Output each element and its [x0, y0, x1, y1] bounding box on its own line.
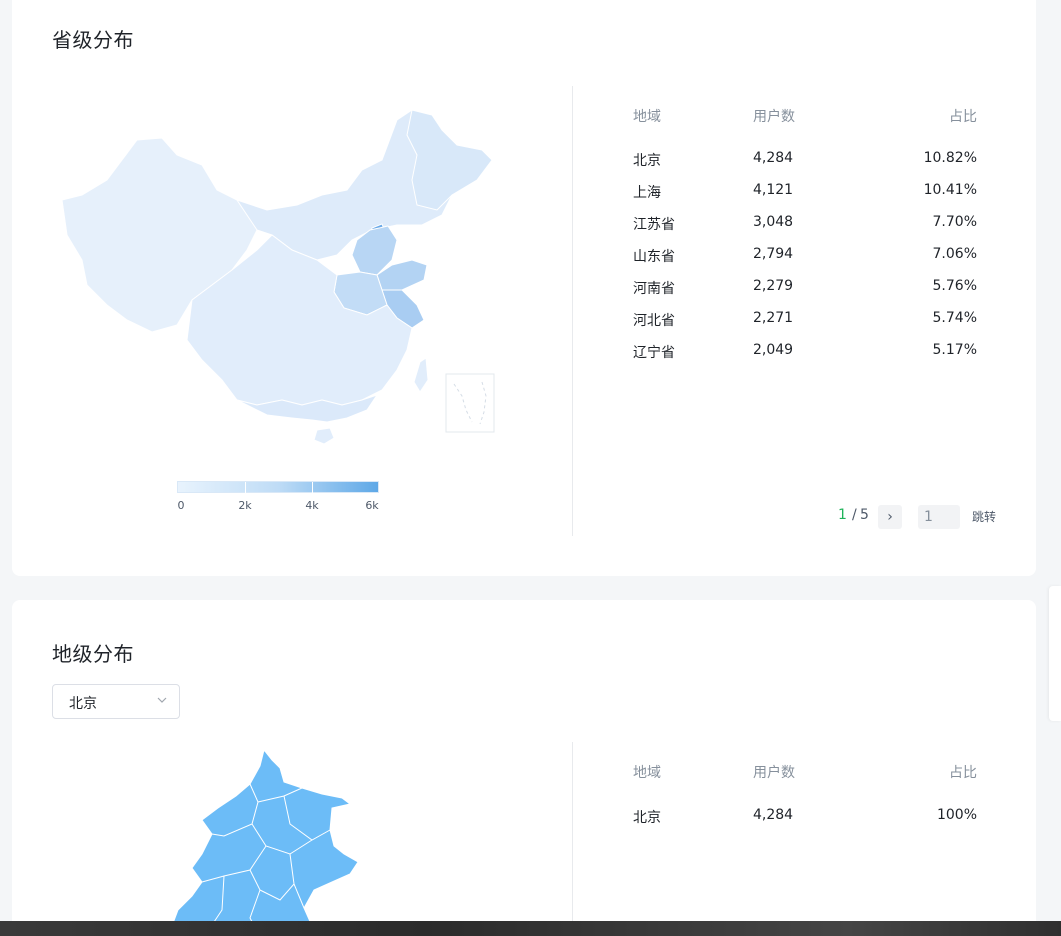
header-users: 用户数: [753, 765, 795, 781]
table-row[interactable]: 北京 4,284 100%: [633, 807, 977, 827]
legend-tick: 6k: [365, 499, 379, 512]
cell-share: 7.70%: [932, 214, 977, 230]
cell-users: 4,284: [753, 807, 794, 823]
cell-share: 5.76%: [932, 278, 977, 294]
cell-share: 7.06%: [932, 246, 977, 262]
city-table: 地域 用户数 占比 北京 4,284 100%: [633, 762, 977, 832]
next-page-button[interactable]: ›: [878, 505, 902, 529]
province-distribution-card: 省级分布 0 2k 4k 6k 地域 用户数 占比 北京 4,284 10.82…: [12, 0, 1036, 576]
cell-region: 江苏省: [633, 217, 675, 233]
region-select[interactable]: 北京: [52, 684, 180, 719]
cell-region: 河北省: [633, 313, 675, 329]
header-share: 占比: [949, 765, 977, 781]
taskbar-strip: [0, 921, 1061, 936]
province-table: 地域 用户数 占比 北京 4,284 10.82% 上海 4,121 10.41…: [633, 106, 977, 366]
cell-region: 北京: [633, 810, 661, 826]
table-header: 地域 用户数 占比: [633, 762, 977, 782]
page-total: 5: [860, 507, 869, 523]
map-region-northeast[interactable]: [406, 109, 493, 211]
cell-share: 10.41%: [923, 182, 977, 198]
chevron-down-icon: [157, 697, 167, 703]
map-district[interactable]: [171, 750, 359, 936]
section-divider: [572, 86, 573, 536]
table-row[interactable]: 辽宁省 2,049 5.17%: [633, 342, 977, 362]
table-row[interactable]: 河北省 2,271 5.74%: [633, 310, 977, 330]
page-jump-button[interactable]: 跳转: [972, 508, 996, 525]
page-current: 1: [838, 507, 847, 523]
cell-users: 2,271: [753, 310, 794, 326]
cell-region: 辽宁省: [633, 345, 675, 361]
cell-users: 2,794: [753, 246, 794, 262]
table-row[interactable]: 河南省 2,279 5.76%: [633, 278, 977, 298]
legend-tick: 0: [177, 499, 185, 512]
chevron-right-icon: ›: [887, 509, 893, 525]
table-row[interactable]: 上海 4,121 10.41%: [633, 182, 977, 202]
section-divider: [572, 742, 573, 936]
china-province-map[interactable]: [52, 100, 512, 460]
beijing-district-map[interactable]: [162, 750, 402, 936]
cell-users: 2,279: [753, 278, 794, 294]
header-region: 地域: [633, 109, 661, 125]
legend-ticks: 0 2k 4k 6k: [177, 499, 379, 515]
legend-tick: 2k: [238, 499, 252, 512]
cell-share: 5.74%: [932, 310, 977, 326]
header-share: 占比: [949, 109, 977, 125]
cell-share: 10.82%: [923, 150, 977, 166]
cell-region: 河南省: [633, 281, 675, 297]
page-separator: /: [852, 507, 857, 523]
province-section-title: 省级分布: [52, 28, 134, 52]
legend-gradient-bar: [177, 481, 379, 494]
table-row[interactable]: 江苏省 3,048 7.70%: [633, 214, 977, 234]
city-distribution-card: 地级分布 北京 地域 用户数 占比 北京 4,284 100%: [12, 600, 1036, 936]
side-tab[interactable]: [1049, 586, 1061, 721]
table-row[interactable]: 北京 4,284 10.82%: [633, 150, 977, 170]
header-users: 用户数: [753, 109, 795, 125]
header-region: 地域: [633, 765, 661, 781]
legend-tick: 4k: [305, 499, 319, 512]
map-region-hainan[interactable]: [313, 427, 335, 445]
cell-users: 3,048: [753, 214, 794, 230]
page-jump-input[interactable]: [918, 505, 960, 529]
south-sea-inset: [445, 373, 495, 433]
cell-users: 2,049: [753, 342, 794, 358]
cell-share: 100%: [936, 807, 977, 823]
cell-users: 4,121: [753, 182, 794, 198]
cell-region: 北京: [633, 153, 661, 169]
table-row[interactable]: 山东省 2,794 7.06%: [633, 246, 977, 266]
map-region-taiwan[interactable]: [413, 357, 429, 393]
cell-region: 上海: [633, 185, 661, 201]
city-section-title: 地级分布: [52, 642, 134, 666]
map-legend: 0 2k 4k 6k: [177, 481, 379, 515]
cell-share: 5.17%: [932, 342, 977, 358]
cell-region: 山东省: [633, 249, 675, 265]
cell-users: 4,284: [753, 150, 794, 166]
region-select-value: 北京: [69, 696, 97, 712]
table-header: 地域 用户数 占比: [633, 106, 977, 126]
